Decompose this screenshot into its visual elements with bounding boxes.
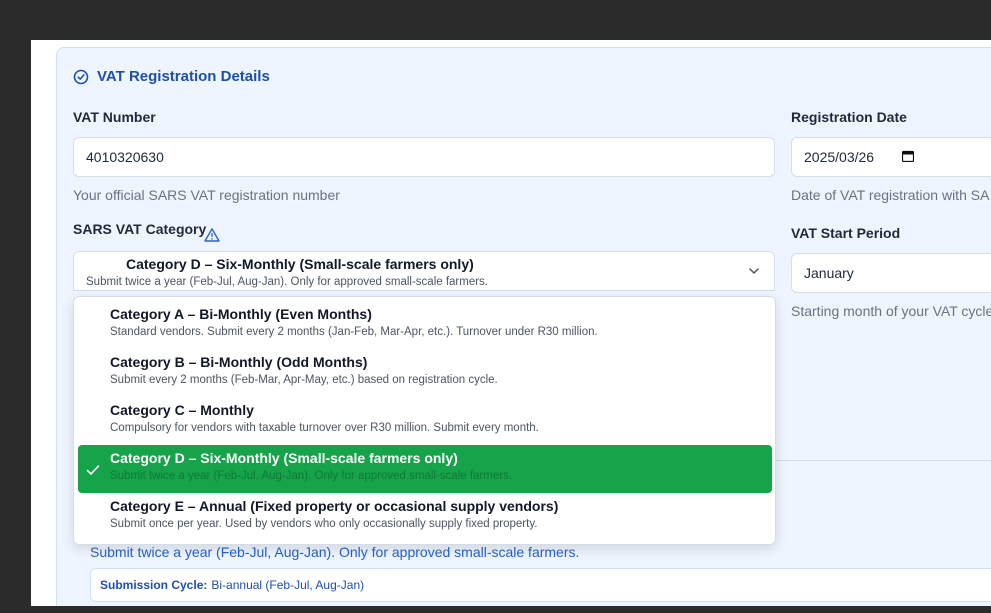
vat-category-dropdown: Category A – Bi-Monthly (Even Months) St… [73,296,776,545]
registration-date-label: Registration Date [791,109,907,125]
registration-date-help: Date of VAT registration with SA [791,187,990,203]
category-option[interactable]: Category A – Bi-Monthly (Even Months) St… [78,301,772,349]
vat-number-input[interactable]: 4010320630 [73,137,775,177]
submission-cycle-box: Submission Cycle: Bi-annual (Feb-Jul, Au… [90,568,991,602]
option-desc: Submit twice a year (Feb-Jul, Aug-Jan). … [110,470,513,482]
option-title: Category E – Annual (Fixed property or o… [110,498,559,514]
page: VAT Registration Details VAT Number 4010… [31,40,991,606]
vat-registration-section: VAT Registration Details VAT Number 4010… [56,47,991,606]
chevron-down-icon[interactable] [748,264,760,282]
registration-date-input[interactable]: 2025/03/26 [791,137,991,177]
vat-start-select[interactable]: January [791,253,991,293]
option-title: Category A – Bi-Monthly (Even Months) [110,306,372,322]
option-desc: Compulsory for vendors with taxable turn… [110,422,539,434]
vat-category-select[interactable]: Category D – Six-Monthly (Small-scale fa… [73,251,775,291]
category-option[interactable]: Category E – Annual (Fixed property or o… [78,493,772,541]
option-title: Category C – Monthly [110,402,254,418]
option-desc: Submit once per year. Used by vendors wh… [110,518,538,530]
registration-date-value: 2025/03/26 [804,149,875,165]
section-divider [776,460,991,461]
vat-start-help: Starting month of your VAT cycle [791,303,991,319]
category-description: Submit twice a year (Feb-Jul, Aug-Jan). … [90,544,580,560]
submission-cycle-value: Bi-annual (Feb-Jul, Aug-Jan) [211,578,365,592]
category-option[interactable]: Category B – Bi-Monthly (Odd Months) Sub… [78,349,772,397]
vat-start-label: VAT Start Period [791,225,901,241]
option-desc: Submit every 2 months (Feb-Mar, Apr-May,… [110,374,498,386]
vat-number-help: Your official SARS VAT registration numb… [73,187,340,203]
option-title: Category D – Six-Monthly (Small-scale fa… [110,450,458,466]
submission-cycle-label: Submission Cycle: [100,578,208,592]
calendar-icon[interactable] [901,149,915,165]
check-icon [86,463,100,481]
vat-number-label: VAT Number [73,109,156,125]
option-desc: Standard vendors. Submit every 2 months … [110,326,598,338]
option-title: Category B – Bi-Monthly (Odd Months) [110,354,368,370]
section-title-text: VAT Registration Details [97,68,270,85]
check-circle-icon [73,69,89,85]
category-option-selected[interactable]: Category D – Six-Monthly (Small-scale fa… [78,445,772,493]
section-title: VAT Registration Details [73,68,270,85]
category-option[interactable]: Category C – Monthly Compulsory for vend… [78,397,772,445]
warning-icon[interactable] [204,227,220,248]
selected-category-desc: Submit twice a year (Feb-Jul, Aug-Jan). … [86,276,489,288]
selected-category-title: Category D – Six-Monthly (Small-scale fa… [126,256,474,272]
vat-category-label: SARS VAT Category [73,221,207,237]
